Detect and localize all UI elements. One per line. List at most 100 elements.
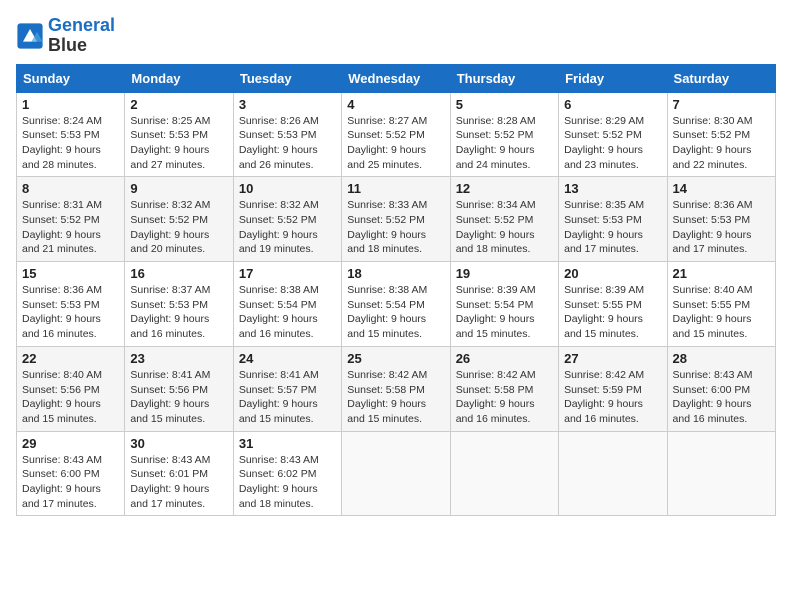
logo: GeneralBlue <box>16 16 115 56</box>
calendar-cell: 28 Sunrise: 8:43 AMSunset: 6:00 PMDayligh… <box>667 346 775 431</box>
day-info: Sunrise: 8:29 AMSunset: 5:52 PMDaylight:… <box>564 114 661 173</box>
calendar-cell <box>450 431 558 516</box>
calendar-cell: 9 Sunrise: 8:32 AMSunset: 5:52 PMDaylight… <box>125 177 233 262</box>
day-number: 27 <box>564 351 661 366</box>
day-number: 7 <box>673 97 770 112</box>
calendar-cell: 20 Sunrise: 8:39 AMSunset: 5:55 PMDayligh… <box>559 262 667 347</box>
day-info: Sunrise: 8:43 AMSunset: 6:02 PMDaylight:… <box>239 453 336 512</box>
day-number: 14 <box>673 181 770 196</box>
calendar-cell: 15 Sunrise: 8:36 AMSunset: 5:53 PMDayligh… <box>17 262 125 347</box>
day-info: Sunrise: 8:43 AMSunset: 6:01 PMDaylight:… <box>130 453 227 512</box>
day-number: 8 <box>22 181 119 196</box>
day-info: Sunrise: 8:36 AMSunset: 5:53 PMDaylight:… <box>22 283 119 342</box>
day-number: 25 <box>347 351 444 366</box>
day-number: 20 <box>564 266 661 281</box>
day-number: 19 <box>456 266 553 281</box>
day-info: Sunrise: 8:37 AMSunset: 5:53 PMDaylight:… <box>130 283 227 342</box>
calendar-cell: 10 Sunrise: 8:32 AMSunset: 5:52 PMDayligh… <box>233 177 341 262</box>
day-number: 21 <box>673 266 770 281</box>
calendar-week-2: 8 Sunrise: 8:31 AMSunset: 5:52 PMDaylight… <box>17 177 776 262</box>
day-info: Sunrise: 8:40 AMSunset: 5:56 PMDaylight:… <box>22 368 119 427</box>
calendar-cell: 18Sunrise: 8:38 AMSunset: 5:54 PMDayligh… <box>342 262 450 347</box>
calendar-cell: 6 Sunrise: 8:29 AMSunset: 5:52 PMDaylight… <box>559 92 667 177</box>
day-number: 28 <box>673 351 770 366</box>
day-number: 26 <box>456 351 553 366</box>
calendar-cell: 27 Sunrise: 8:42 AMSunset: 5:59 PMDayligh… <box>559 346 667 431</box>
day-number: 11 <box>347 181 444 196</box>
day-info: Sunrise: 8:25 AMSunset: 5:53 PMDaylight:… <box>130 114 227 173</box>
day-number: 1 <box>22 97 119 112</box>
day-number: 12 <box>456 181 553 196</box>
calendar-cell: 4 Sunrise: 8:27 AMSunset: 5:52 PMDaylight… <box>342 92 450 177</box>
calendar-cell: 1Sunrise: 8:24 AMSunset: 5:53 PMDaylight… <box>17 92 125 177</box>
calendar-cell: 12 Sunrise: 8:34 AMSunset: 5:52 PMDayligh… <box>450 177 558 262</box>
calendar-week-5: 29Sunrise: 8:43 AMSunset: 6:00 PMDayligh… <box>17 431 776 516</box>
day-info: Sunrise: 8:43 AMSunset: 6:00 PMDaylight:… <box>673 368 770 427</box>
day-number: 30 <box>130 436 227 451</box>
weekday-header-wednesday: Wednesday <box>342 64 450 92</box>
calendar-week-4: 22 Sunrise: 8:40 AMSunset: 5:56 PMDayligh… <box>17 346 776 431</box>
calendar-cell <box>342 431 450 516</box>
calendar-cell: 3 Sunrise: 8:26 AMSunset: 5:53 PMDaylight… <box>233 92 341 177</box>
day-info: Sunrise: 8:34 AMSunset: 5:52 PMDaylight:… <box>456 198 553 257</box>
day-info: Sunrise: 8:43 AMSunset: 6:00 PMDaylight:… <box>22 453 119 512</box>
day-number: 6 <box>564 97 661 112</box>
day-number: 17 <box>239 266 336 281</box>
calendar-week-3: 15 Sunrise: 8:36 AMSunset: 5:53 PMDayligh… <box>17 262 776 347</box>
calendar-cell: 25Sunrise: 8:42 AMSunset: 5:58 PMDayligh… <box>342 346 450 431</box>
calendar-cell: 7 Sunrise: 8:30 AMSunset: 5:52 PMDaylight… <box>667 92 775 177</box>
day-info: Sunrise: 8:41 AMSunset: 5:56 PMDaylight:… <box>130 368 227 427</box>
calendar-cell <box>559 431 667 516</box>
calendar-cell: 30 Sunrise: 8:43 AMSunset: 6:01 PMDayligh… <box>125 431 233 516</box>
day-number: 10 <box>239 181 336 196</box>
day-number: 13 <box>564 181 661 196</box>
day-info: Sunrise: 8:42 AMSunset: 5:59 PMDaylight:… <box>564 368 661 427</box>
day-info: Sunrise: 8:41 AMSunset: 5:57 PMDaylight:… <box>239 368 336 427</box>
calendar-cell: 21Sunrise: 8:40 AMSunset: 5:55 PMDayligh… <box>667 262 775 347</box>
calendar-cell: 11 Sunrise: 8:33 AMSunset: 5:52 PMDayligh… <box>342 177 450 262</box>
weekday-header-saturday: Saturday <box>667 64 775 92</box>
weekday-header-monday: Monday <box>125 64 233 92</box>
day-number: 23 <box>130 351 227 366</box>
weekday-header-friday: Friday <box>559 64 667 92</box>
weekday-header-sunday: Sunday <box>17 64 125 92</box>
weekday-header-thursday: Thursday <box>450 64 558 92</box>
calendar-table: SundayMondayTuesdayWednesdayThursdayFrid… <box>16 64 776 517</box>
day-number: 3 <box>239 97 336 112</box>
calendar-cell: 8 Sunrise: 8:31 AMSunset: 5:52 PMDaylight… <box>17 177 125 262</box>
day-info: Sunrise: 8:27 AMSunset: 5:52 PMDaylight:… <box>347 114 444 173</box>
day-info: Sunrise: 8:39 AMSunset: 5:54 PMDaylight:… <box>456 283 553 342</box>
calendar-cell: 2 Sunrise: 8:25 AMSunset: 5:53 PMDaylight… <box>125 92 233 177</box>
day-info: Sunrise: 8:32 AMSunset: 5:52 PMDaylight:… <box>239 198 336 257</box>
day-number: 22 <box>22 351 119 366</box>
day-info: Sunrise: 8:39 AMSunset: 5:55 PMDaylight:… <box>564 283 661 342</box>
calendar-cell: 19 Sunrise: 8:39 AMSunset: 5:54 PMDayligh… <box>450 262 558 347</box>
day-number: 4 <box>347 97 444 112</box>
weekday-header-tuesday: Tuesday <box>233 64 341 92</box>
day-number: 24 <box>239 351 336 366</box>
day-info: Sunrise: 8:36 AMSunset: 5:53 PMDaylight:… <box>673 198 770 257</box>
calendar-cell: 31Sunrise: 8:43 AMSunset: 6:02 PMDayligh… <box>233 431 341 516</box>
calendar-cell: 13Sunrise: 8:35 AMSunset: 5:53 PMDayligh… <box>559 177 667 262</box>
day-number: 18 <box>347 266 444 281</box>
day-info: Sunrise: 8:30 AMSunset: 5:52 PMDaylight:… <box>673 114 770 173</box>
day-info: Sunrise: 8:26 AMSunset: 5:53 PMDaylight:… <box>239 114 336 173</box>
day-info: Sunrise: 8:38 AMSunset: 5:54 PMDaylight:… <box>239 283 336 342</box>
day-number: 15 <box>22 266 119 281</box>
day-info: Sunrise: 8:42 AMSunset: 5:58 PMDaylight:… <box>456 368 553 427</box>
day-info: Sunrise: 8:32 AMSunset: 5:52 PMDaylight:… <box>130 198 227 257</box>
calendar-cell: 14 Sunrise: 8:36 AMSunset: 5:53 PMDayligh… <box>667 177 775 262</box>
weekday-header-row: SundayMondayTuesdayWednesdayThursdayFrid… <box>17 64 776 92</box>
calendar-cell <box>667 431 775 516</box>
day-number: 2 <box>130 97 227 112</box>
logo-text: GeneralBlue <box>48 16 115 56</box>
day-info: Sunrise: 8:28 AMSunset: 5:52 PMDaylight:… <box>456 114 553 173</box>
day-info: Sunrise: 8:31 AMSunset: 5:52 PMDaylight:… <box>22 198 119 257</box>
day-number: 16 <box>130 266 227 281</box>
day-info: Sunrise: 8:33 AMSunset: 5:52 PMDaylight:… <box>347 198 444 257</box>
logo-icon <box>16 22 44 50</box>
calendar-cell: 5Sunrise: 8:28 AMSunset: 5:52 PMDaylight… <box>450 92 558 177</box>
calendar-week-1: 1Sunrise: 8:24 AMSunset: 5:53 PMDaylight… <box>17 92 776 177</box>
day-number: 9 <box>130 181 227 196</box>
calendar-body: 1Sunrise: 8:24 AMSunset: 5:53 PMDaylight… <box>17 92 776 516</box>
